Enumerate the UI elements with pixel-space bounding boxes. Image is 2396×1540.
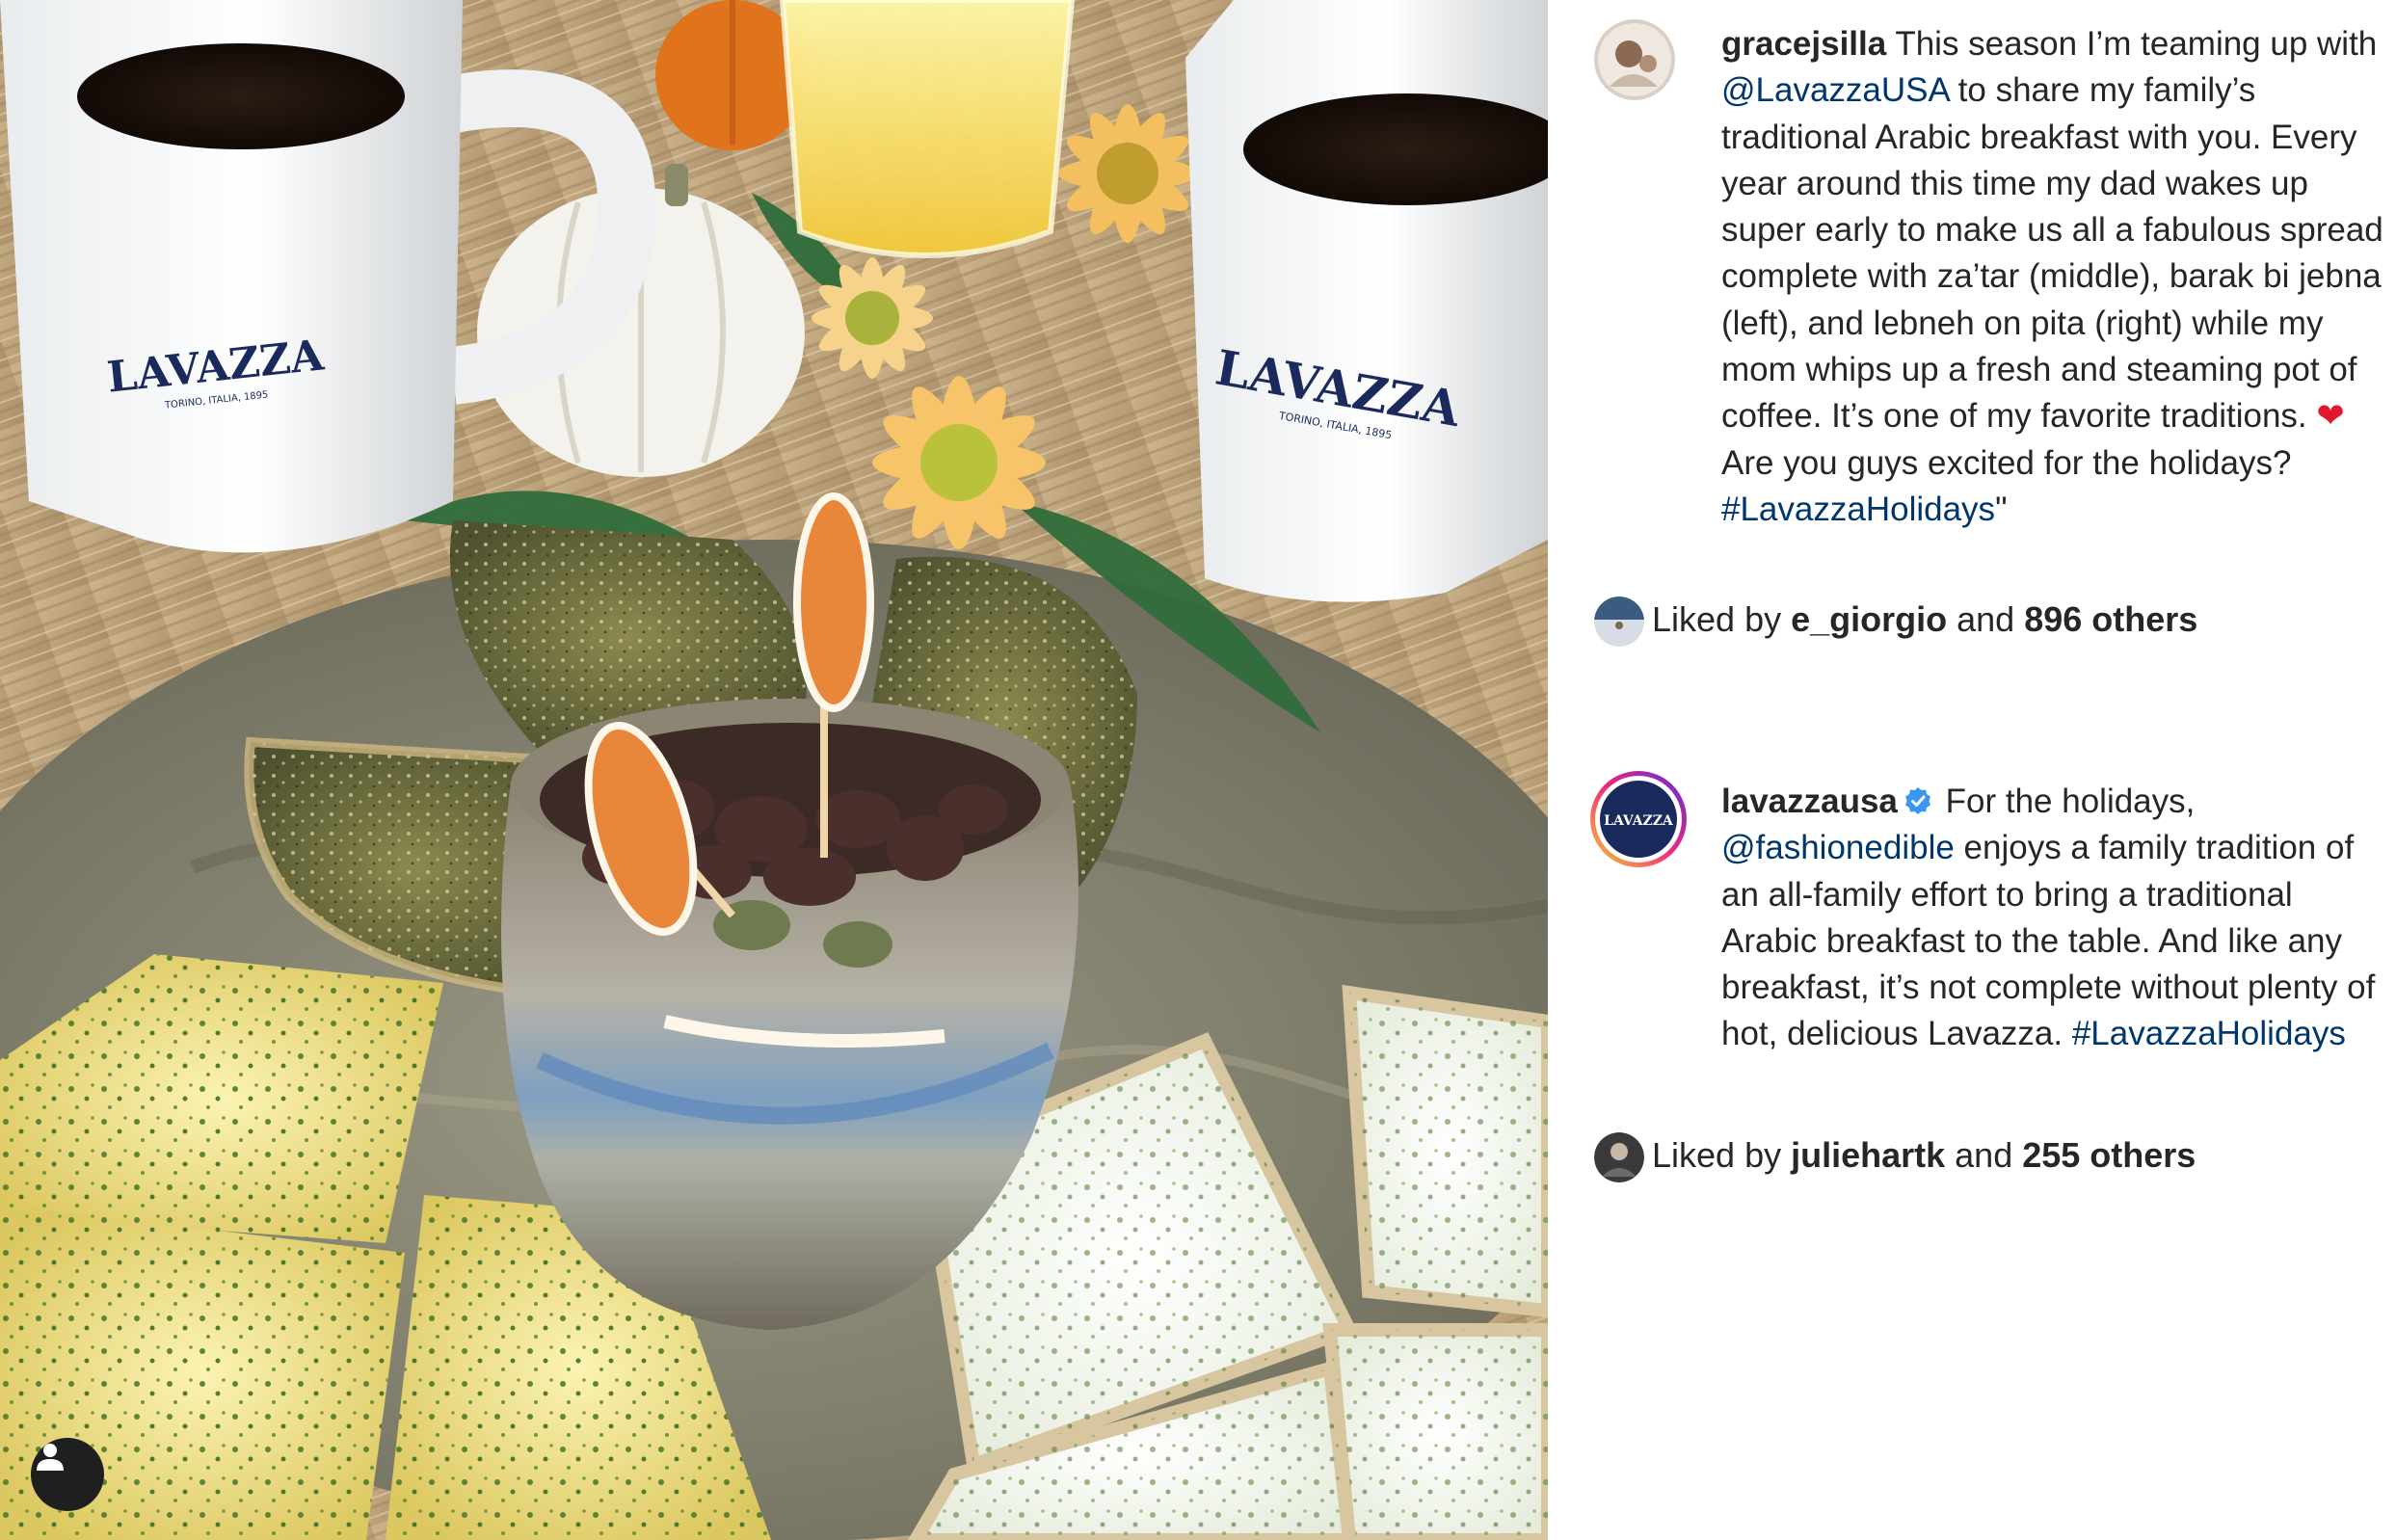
hashtag-link[interactable]: #LavazzaHolidays bbox=[1721, 491, 1995, 528]
post-photo[interactable]: LAVAZZA TORINO, ITALIA, 1895 LAVAZZA TOR… bbox=[0, 0, 1548, 1540]
caption-segment: to share my family’s traditional Arabic … bbox=[1721, 71, 2383, 436]
breakfast-illustration: LAVAZZA TORINO, ITALIA, 1895 LAVAZZA TOR… bbox=[0, 0, 1548, 1540]
caption-text: lavazzausa For the holidays, @fashionedi… bbox=[1721, 779, 2386, 1058]
likes-summary[interactable]: Liked by e_giorgio and 896 others bbox=[1652, 598, 2197, 641]
caption-username[interactable]: lavazzausa bbox=[1721, 783, 1898, 820]
red-heart-emoji-icon: ❤ bbox=[2316, 397, 2345, 436]
caption-text: gracejsilla This season I’m teaming up w… bbox=[1721, 21, 2386, 533]
caption-segment: This season I’m teaming up with bbox=[1886, 25, 2378, 63]
caption-segment: For the holidays, bbox=[1935, 783, 2196, 820]
liker-username[interactable]: e_giorgio bbox=[1791, 599, 1947, 639]
comments-panel: gracejsilla This season I’m teaming up w… bbox=[1548, 0, 2396, 1540]
person-icon bbox=[37, 1444, 64, 1471]
likes-prefix: Liked by bbox=[1652, 599, 1792, 639]
caption-username[interactable]: gracejsilla bbox=[1721, 25, 1886, 63]
liker-username[interactable]: juliehartk bbox=[1791, 1135, 1945, 1175]
likes-and: and bbox=[1947, 599, 2025, 639]
mention-link[interactable]: @LavazzaUSA bbox=[1721, 71, 1949, 109]
verified-badge-icon bbox=[1904, 787, 1930, 814]
liker-avatar-juliehartk[interactable] bbox=[1594, 1132, 1644, 1182]
caption-segment: " bbox=[1995, 490, 2008, 528]
likes-and: and bbox=[1945, 1135, 2023, 1175]
tag-people-button[interactable] bbox=[31, 1438, 104, 1511]
mention-link[interactable]: @fashionedible bbox=[1721, 829, 1955, 866]
likes-count[interactable]: 255 others bbox=[2022, 1135, 2196, 1175]
avatar-gracejsilla[interactable] bbox=[1594, 19, 1675, 100]
caption-segment: Are you guys excited for the holidays? bbox=[1721, 443, 2292, 482]
hashtag-link[interactable]: #LavazzaHolidays bbox=[2072, 1015, 2346, 1052]
likes-summary[interactable]: Liked by juliehartk and 255 others bbox=[1652, 1134, 2196, 1177]
avatar-lavazzausa[interactable]: LAVAZZA bbox=[1588, 769, 1689, 869]
likes-prefix: Liked by bbox=[1652, 1135, 1792, 1175]
mug-right: LAVAZZA TORINO, ITALIA, 1895 bbox=[1185, 0, 1548, 602]
liker-avatar-e_giorgio[interactable] bbox=[1594, 597, 1644, 647]
likes-count[interactable]: 896 others bbox=[2024, 599, 2197, 639]
svg-text:LAVAZZA: LAVAZZA bbox=[1604, 813, 1674, 829]
